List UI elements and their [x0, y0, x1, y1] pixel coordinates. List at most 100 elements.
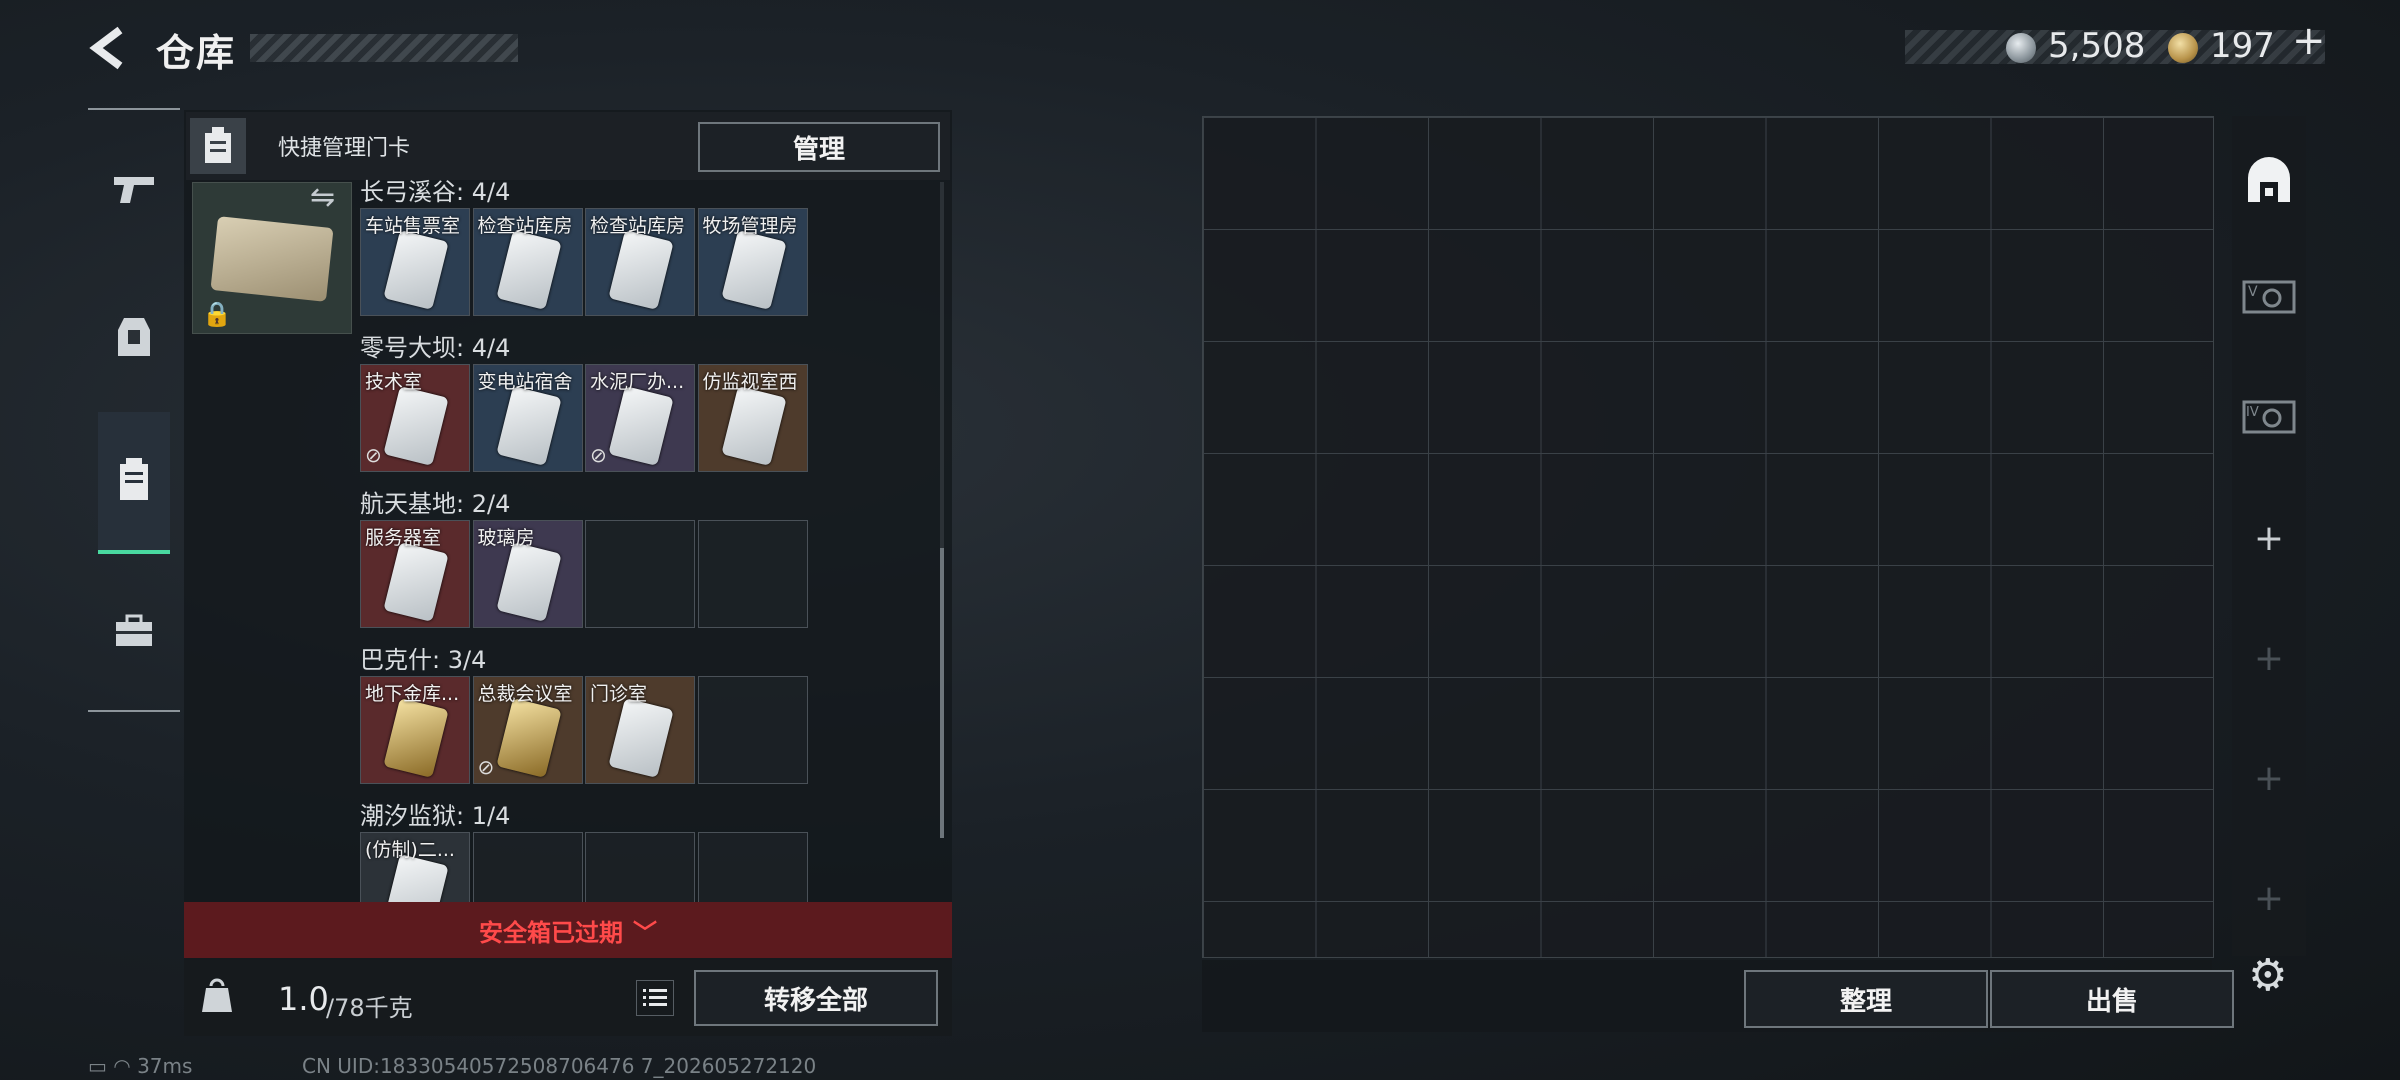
- locked-stash-page-icon: +: [2253, 757, 2285, 799]
- svg-text:V: V: [2248, 284, 2258, 300]
- keycard-slot[interactable]: 检查站库房: [472, 208, 583, 316]
- keycard-slot[interactable]: 地下金库...: [360, 676, 470, 784]
- tab-keycards-active[interactable]: [98, 412, 170, 554]
- keycard-slot[interactable]: 总裁会议室 ⊘: [472, 676, 583, 784]
- keycard-name: (仿制)二...: [365, 839, 455, 861]
- page-title: 仓库: [156, 31, 237, 75]
- sell-button[interactable]: 出售: [1990, 970, 2234, 1028]
- armor-icon: [118, 318, 150, 356]
- keycard-slot[interactable]: 牧场管理房: [697, 208, 808, 316]
- gold-coin-icon: [2168, 33, 2198, 63]
- keycard-slot[interactable]: 服务器室: [360, 520, 470, 628]
- arrange-button[interactable]: 整理: [1744, 970, 1988, 1028]
- safebox-expired-banner[interactable]: 安全箱已过期 ﹀: [184, 902, 952, 958]
- keycard-name: 变电站宿舍: [477, 371, 573, 393]
- unavailable-icon: ⊘: [477, 755, 495, 779]
- keycard-slot[interactable]: 门诊室: [585, 676, 695, 784]
- keycard-image: [495, 385, 562, 467]
- add-currency-button[interactable]: +: [2292, 18, 2326, 64]
- keycard-slot[interactable]: 玻璃房: [472, 520, 583, 628]
- keycard-image: [720, 229, 787, 311]
- keycard-group-title: 长弓溪谷: 4/4: [360, 178, 511, 206]
- lock-icon: 🔒: [202, 300, 232, 328]
- keycard-slot[interactable]: 变电站宿舍: [472, 364, 583, 472]
- keycard-image: [720, 385, 787, 467]
- silver-currency-amount: 5,508: [2048, 26, 2146, 66]
- keycard-group-title: 零号大坝: 4/4: [360, 334, 511, 362]
- manage-button[interactable]: 管理: [698, 122, 940, 172]
- stash-page-iv-icon[interactable]: IV: [2234, 386, 2304, 446]
- keycard-name: 仿监视室西: [702, 371, 798, 393]
- keycard-image: [608, 385, 674, 467]
- keycard-slot[interactable]: 车站售票室: [360, 208, 470, 316]
- keycard-case-icon: [190, 118, 246, 174]
- keycard-image: [608, 229, 674, 311]
- keycard-name: 车站售票室: [365, 215, 461, 237]
- keycard-name: 水泥厂办...: [590, 371, 685, 393]
- add-stash-page-icon[interactable]: +: [2234, 508, 2304, 568]
- keycard-name: 门诊室: [590, 683, 648, 705]
- keycard-holder-image: [210, 216, 334, 302]
- list-view-icon[interactable]: [636, 980, 674, 1016]
- keycard-image: [495, 697, 562, 779]
- gear-icon[interactable]: ⚙: [2248, 950, 2287, 1001]
- title-decoration: [250, 34, 518, 62]
- safebox-expired-text: 安全箱已过期: [479, 918, 623, 947]
- ping-value: 37ms: [137, 1054, 193, 1078]
- stash-home-icon[interactable]: [2234, 150, 2304, 210]
- keycard-name: 技术室: [365, 371, 423, 393]
- keycard-image: [495, 541, 562, 623]
- battery-icon: ▭: [88, 1054, 107, 1078]
- weight-value: 1.0: [278, 980, 329, 1018]
- keycard-name: 地下金库...: [365, 683, 460, 705]
- stash-grid[interactable]: [1202, 116, 2214, 958]
- gold-currency-amount: 197: [2210, 26, 2275, 66]
- tab-toolbox[interactable]: [88, 566, 180, 696]
- toolbox-icon: [116, 614, 152, 646]
- keycard-group-title: 潮汐监狱: 1/4: [360, 802, 511, 830]
- keycard-name: 总裁会议室: [477, 683, 573, 705]
- empty-keycard-slot[interactable]: [697, 520, 808, 628]
- keycard-group-title: 巴克什: 3/4: [360, 646, 487, 674]
- swap-icon[interactable]: ⇋: [310, 180, 335, 215]
- tab-rail-divider: [88, 108, 180, 110]
- keycard-image: [383, 697, 449, 779]
- network-status: ▭ ◠ 37ms: [88, 1054, 192, 1078]
- svg-text:IV: IV: [2246, 405, 2259, 420]
- user-uid: CN UID:18330540572508706476 7_2026052721…: [302, 1054, 817, 1078]
- keycard-slot[interactable]: 技术室 ⊘: [360, 364, 470, 472]
- keycard-group-title: 航天基地: 2/4: [360, 490, 511, 518]
- keycard-name: 检查站库房: [590, 215, 686, 237]
- empty-keycard-slot[interactable]: [697, 676, 808, 784]
- stash-page-v-icon[interactable]: V: [2234, 266, 2304, 326]
- locked-stash-page-icon: +: [2253, 637, 2285, 679]
- keycard-name: 牧场管理房: [702, 215, 798, 237]
- keycard-name: 玻璃房: [477, 527, 535, 549]
- transfer-all-button[interactable]: 转移全部: [694, 970, 938, 1026]
- keycard-slot[interactable]: 检查站库房: [585, 208, 695, 316]
- pistol-icon: [114, 177, 154, 203]
- keycard-image: [383, 385, 449, 467]
- weight-capacity: /78千克: [326, 994, 413, 1022]
- keycard-slot[interactable]: 仿监视室西: [697, 364, 808, 472]
- tab-equipment[interactable]: [88, 272, 180, 402]
- wifi-icon: ◠: [113, 1054, 138, 1078]
- keycard-name: 服务器室: [365, 527, 442, 549]
- keycard-image: [495, 229, 562, 311]
- quick-manage-label: 快捷管理门卡: [278, 136, 411, 161]
- chevron-down-icon: ﹀: [633, 918, 657, 947]
- keycard-name: 检查站库房: [477, 215, 573, 237]
- silver-coin-icon: [2006, 33, 2036, 63]
- tab-weapons[interactable]: [88, 124, 180, 254]
- kg-weight-icon: [202, 978, 232, 1012]
- locked-stash-page-icon: +: [2253, 877, 2285, 919]
- keycard-case-icon: [120, 458, 148, 500]
- keycard-slot[interactable]: 水泥厂办... ⊘: [585, 364, 695, 472]
- empty-keycard-slot[interactable]: [585, 520, 695, 628]
- keycard-image: [608, 697, 674, 779]
- scrollbar-thumb[interactable]: [940, 548, 944, 838]
- tab-rail-divider: [88, 710, 180, 712]
- unavailable-icon: ⊘: [365, 443, 382, 467]
- keycard-image: [383, 541, 449, 623]
- back-arrow-icon[interactable]: [86, 24, 130, 72]
